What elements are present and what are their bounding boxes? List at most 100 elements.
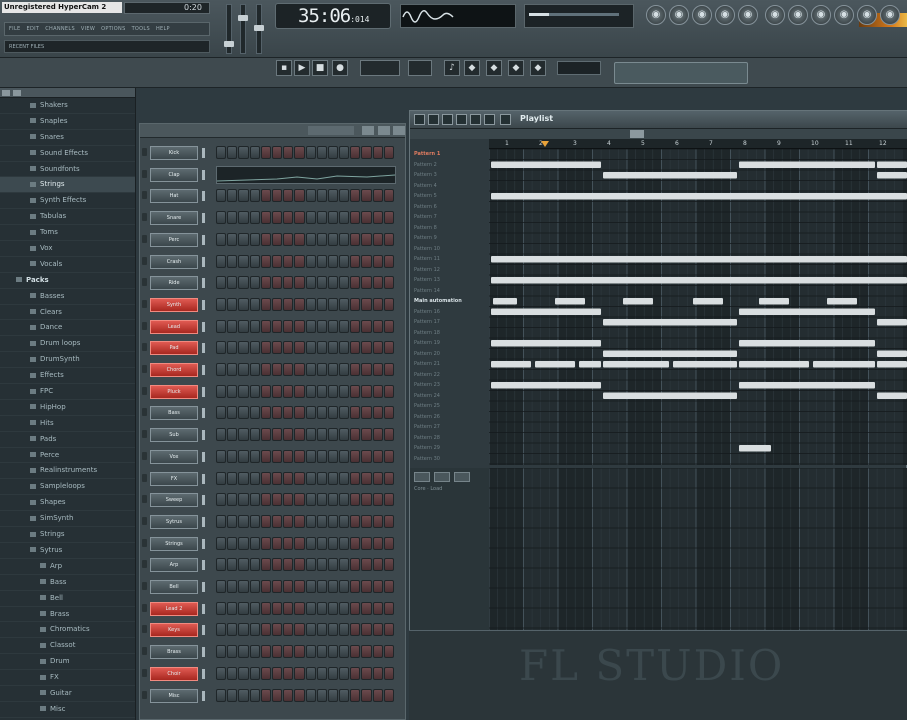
step-pad[interactable] bbox=[372, 601, 383, 615]
menu-item-edit[interactable]: EDIT bbox=[27, 26, 40, 32]
step-pad[interactable] bbox=[361, 493, 372, 507]
step-pad[interactable] bbox=[327, 558, 339, 572]
step-pad[interactable] bbox=[260, 146, 271, 159]
track-name[interactable]: Pattern 1 bbox=[410, 149, 490, 160]
step-pad[interactable] bbox=[305, 666, 316, 680]
browser-item[interactable]: Drum loops bbox=[0, 336, 135, 353]
step-pad[interactable] bbox=[238, 623, 249, 637]
step-pad[interactable] bbox=[216, 493, 227, 507]
channel-select[interactable] bbox=[202, 538, 205, 549]
browser-item[interactable]: Toms bbox=[0, 225, 135, 242]
step-pad[interactable] bbox=[361, 254, 372, 268]
step-pad[interactable] bbox=[294, 536, 305, 550]
step-pad[interactable] bbox=[383, 276, 394, 290]
step-pad[interactable] bbox=[271, 189, 283, 203]
step-pad[interactable] bbox=[327, 645, 339, 659]
browser-item[interactable]: Tabulas bbox=[0, 209, 135, 226]
channel-led[interactable] bbox=[142, 148, 147, 156]
pattern-clip[interactable] bbox=[813, 361, 875, 368]
step-pad[interactable] bbox=[350, 580, 361, 593]
step-pad[interactable] bbox=[350, 146, 361, 159]
step-pad[interactable] bbox=[216, 341, 227, 355]
step-pad[interactable] bbox=[305, 319, 316, 333]
step-pad[interactable] bbox=[238, 493, 249, 507]
step-pad[interactable] bbox=[327, 341, 339, 355]
step-pad[interactable] bbox=[238, 688, 249, 702]
step-pad[interactable] bbox=[372, 384, 383, 398]
channel-led[interactable] bbox=[142, 191, 147, 200]
step-pad[interactable] bbox=[249, 688, 260, 702]
step-pad[interactable] bbox=[271, 623, 283, 637]
step-pad[interactable] bbox=[283, 232, 294, 246]
step-pad[interactable] bbox=[316, 189, 327, 203]
track-name[interactable]: Pattern 11 bbox=[410, 254, 490, 265]
browser-item[interactable]: Snares bbox=[0, 130, 135, 146]
step-pad[interactable] bbox=[339, 623, 350, 637]
step-pad[interactable] bbox=[383, 211, 394, 225]
step-pad[interactable] bbox=[294, 645, 305, 659]
track-name[interactable]: Pattern 19 bbox=[410, 338, 490, 349]
step-pad[interactable] bbox=[216, 146, 227, 159]
browser-window-icon[interactable]: ◉ bbox=[715, 5, 735, 25]
loop-record-icon[interactable]: ◆ bbox=[530, 60, 546, 76]
step-pad[interactable] bbox=[227, 189, 238, 203]
track-name[interactable]: Pattern 17 bbox=[410, 317, 490, 328]
step-pad[interactable] bbox=[260, 493, 271, 507]
step-pad[interactable] bbox=[339, 297, 350, 311]
channel-button[interactable]: Synth bbox=[150, 297, 198, 312]
step-pad[interactable] bbox=[350, 601, 361, 615]
step-pad[interactable] bbox=[339, 493, 350, 507]
step-pad[interactable] bbox=[361, 601, 372, 615]
step-pad[interactable] bbox=[238, 645, 249, 659]
step-pad[interactable] bbox=[383, 341, 394, 355]
snap-selector[interactable] bbox=[408, 60, 432, 76]
step-pad[interactable] bbox=[372, 558, 383, 572]
step-pad[interactable] bbox=[238, 601, 249, 615]
step-pad[interactable] bbox=[216, 471, 227, 485]
mixer-window-icon[interactable]: ◉ bbox=[738, 5, 758, 25]
step-pad[interactable] bbox=[316, 232, 327, 246]
arrow-icon[interactable] bbox=[414, 114, 425, 125]
browser-item[interactable]: Strings bbox=[0, 177, 135, 194]
step-pad[interactable] bbox=[350, 232, 361, 246]
step-pad[interactable] bbox=[350, 536, 361, 550]
pattern-clip[interactable] bbox=[759, 298, 789, 305]
step-pad[interactable] bbox=[316, 341, 327, 355]
step-pad[interactable] bbox=[271, 254, 283, 268]
step-pad[interactable] bbox=[294, 254, 305, 268]
step-pad[interactable] bbox=[227, 558, 238, 572]
lane-tab-2[interactable] bbox=[434, 472, 450, 482]
channel-button[interactable]: Hat bbox=[150, 189, 198, 204]
step-pad[interactable] bbox=[361, 428, 372, 442]
graph-icon[interactable] bbox=[362, 126, 374, 135]
step-pad[interactable] bbox=[216, 276, 227, 290]
step-pad[interactable] bbox=[361, 514, 372, 528]
browser-item[interactable]: Bell bbox=[0, 591, 135, 607]
track-name[interactable]: Pattern 30 bbox=[410, 454, 490, 465]
step-pad[interactable] bbox=[283, 449, 294, 463]
step-pad[interactable] bbox=[271, 471, 283, 485]
menu-item-channels[interactable]: CHANNELS bbox=[45, 26, 75, 32]
step-pad[interactable] bbox=[327, 384, 339, 398]
step-pad[interactable] bbox=[350, 406, 361, 420]
step-pad[interactable] bbox=[260, 363, 271, 376]
step-pad[interactable] bbox=[316, 211, 327, 225]
step-pad[interactable] bbox=[294, 189, 305, 203]
track-name[interactable]: Pattern 28 bbox=[410, 433, 490, 444]
step-pad[interactable] bbox=[339, 406, 350, 420]
step-pad[interactable] bbox=[294, 666, 305, 680]
step-pad[interactable] bbox=[249, 363, 260, 376]
master-tempo-slider[interactable] bbox=[254, 4, 264, 54]
pattern-clip[interactable] bbox=[491, 308, 601, 316]
step-pad[interactable] bbox=[294, 514, 305, 528]
step-pad[interactable] bbox=[271, 406, 283, 420]
step-pad[interactable] bbox=[327, 471, 339, 485]
step-pad[interactable] bbox=[372, 493, 383, 507]
draw-icon[interactable] bbox=[428, 114, 439, 125]
channel-led[interactable] bbox=[142, 169, 147, 178]
step-pad[interactable] bbox=[316, 276, 327, 290]
step-pad[interactable] bbox=[227, 428, 238, 442]
step-pad[interactable] bbox=[361, 211, 372, 225]
step-pad[interactable] bbox=[260, 211, 271, 225]
step-pad[interactable] bbox=[260, 623, 271, 637]
